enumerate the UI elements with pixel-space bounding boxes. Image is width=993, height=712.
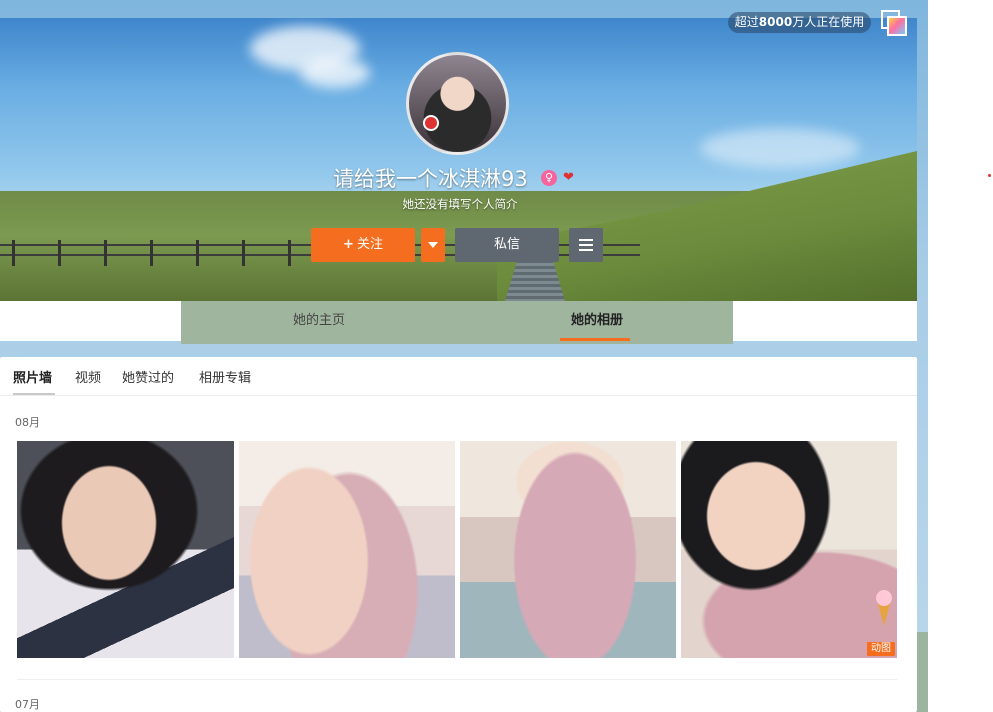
weibo-profile-page: 超过8000万人正在使用 请给我一个冰淇淋93 ♀ ❤ 她还没有填写个人简介 +…	[0, 0, 993, 712]
photo-thumbnail[interactable]	[460, 441, 676, 658]
profile-bio: 她还没有填写个人简介	[402, 197, 518, 211]
album-panel: 照片墙 视频 她赞过的 相册专辑 08月 动图 07月	[0, 357, 917, 712]
ice-cream-icon	[875, 590, 893, 630]
follow-dropdown-button[interactable]	[421, 228, 445, 262]
message-button[interactable]: 私信	[455, 228, 559, 262]
cursor-dot	[988, 174, 991, 177]
month-label: 07月	[15, 698, 40, 711]
follow-button[interactable]: + 关注	[311, 228, 415, 262]
photo-thumbnail[interactable]	[239, 441, 455, 658]
album-subnav: 照片墙 视频 她赞过的 相册专辑	[0, 357, 917, 396]
subtab-photo-wall[interactable]: 照片墙	[13, 367, 52, 387]
profile-name: 请给我一个冰淇淋93	[333, 167, 528, 191]
avatar[interactable]	[406, 52, 509, 155]
divider	[17, 679, 897, 680]
photo-thumbnail[interactable]: 动图	[681, 441, 897, 658]
subtab-albums[interactable]: 相册专辑	[199, 367, 251, 387]
plus-icon: +	[343, 237, 354, 252]
caret-down-icon	[428, 242, 438, 248]
tab-album[interactable]: 她的相册	[551, 301, 643, 341]
tab-home[interactable]: 她的主页	[261, 301, 377, 341]
vip-icon[interactable]: ❤	[563, 170, 581, 186]
active-tab-indicator	[560, 338, 630, 341]
app-download-icon[interactable]	[881, 10, 907, 36]
more-menu-button[interactable]	[569, 228, 603, 262]
photo-thumbnail[interactable]	[17, 441, 234, 658]
subtab-liked[interactable]: 她赞过的	[122, 367, 174, 387]
subtab-videos[interactable]: 视频	[75, 367, 101, 387]
users-count-badge: 超过8000万人正在使用	[728, 12, 871, 33]
avatar-badge-icon	[423, 115, 439, 131]
month-label: 08月	[15, 416, 40, 429]
female-icon: ♀	[541, 170, 557, 186]
active-subtab-indicator	[13, 393, 55, 395]
gif-badge: 动图	[867, 642, 895, 656]
profile-tabs: 她的主页 她的相册	[181, 301, 733, 344]
